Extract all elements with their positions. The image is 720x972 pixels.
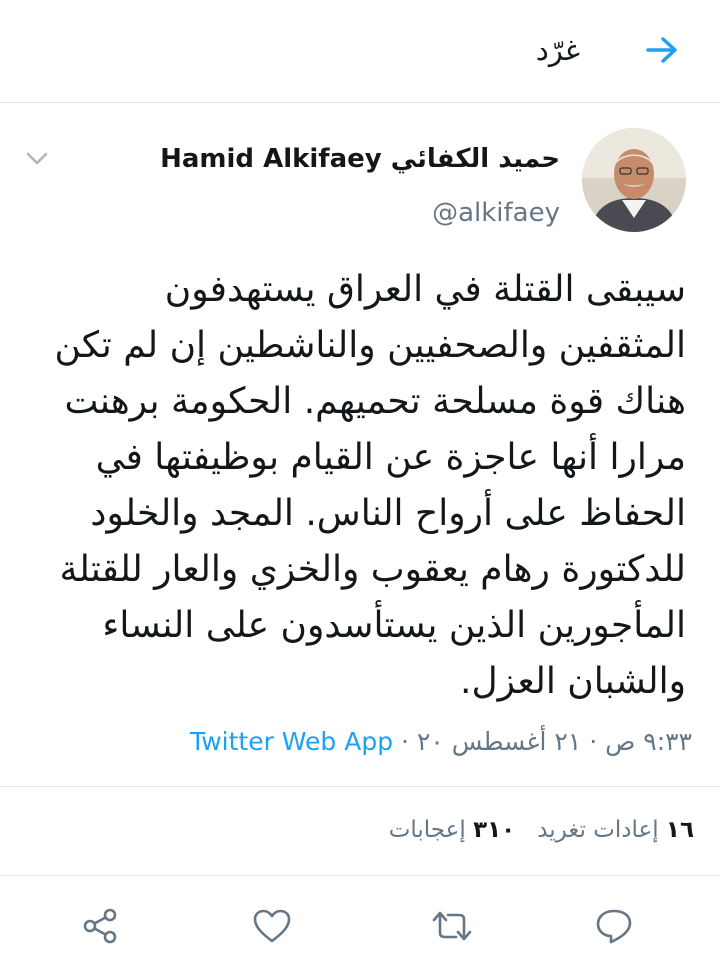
avatar[interactable] <box>582 128 686 232</box>
tweet-menu-button[interactable] <box>20 142 54 176</box>
reply-icon <box>596 909 632 944</box>
page-title: غرّد <box>535 33 580 67</box>
author-handle[interactable]: @alkifaey <box>160 196 560 230</box>
action-bar <box>0 880 720 972</box>
top-bar: غرّد <box>0 0 720 103</box>
retweets-label: إعادات تغريد <box>537 817 659 843</box>
likes-stat[interactable]: ٣١٠ إعجابات <box>389 817 515 843</box>
author-name[interactable]: حميد الكفائي Hamid Alkifaey <box>160 142 560 176</box>
retweet-button[interactable] <box>430 904 474 948</box>
author-info: حميد الكفائي Hamid Alkifaey @alkifaey <box>160 142 560 230</box>
chevron-down-icon <box>26 152 48 165</box>
likes-label: إعجابات <box>388 817 466 843</box>
tweet-stats: ١٦ إعادات تغريد ٣١٠ إعجابات <box>0 786 720 876</box>
tweet-timestamp: ٩:٣٣ ص · ٢١ أغسطس ٢٠ · <box>393 727 692 756</box>
like-button[interactable] <box>250 904 294 948</box>
tweet-text: سيبقى القتلة في العراق يستهدفون المثقفين… <box>54 269 686 702</box>
back-button[interactable] <box>642 30 682 70</box>
retweet-icon <box>432 911 472 941</box>
tweet-source-link[interactable]: Twitter Web App <box>190 727 393 756</box>
share-button[interactable] <box>78 904 122 948</box>
reply-button[interactable] <box>592 904 636 948</box>
retweets-count: ١٦ <box>665 817 694 843</box>
like-icon <box>253 909 291 943</box>
tweet-meta: ٩:٣٣ ص · ٢١ أغسطس ٢٠ · Twitter Web App <box>190 722 692 762</box>
share-icon <box>83 908 117 944</box>
retweets-stat[interactable]: ١٦ إعادات تغريد <box>537 817 694 843</box>
arrow-right-icon <box>646 37 677 63</box>
likes-count: ٣١٠ <box>473 817 516 843</box>
